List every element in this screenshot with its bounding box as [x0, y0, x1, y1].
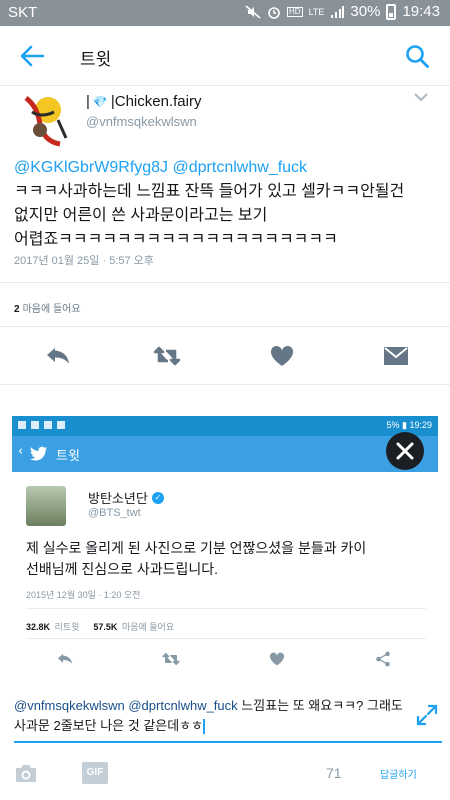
reply-icon[interactable] — [44, 342, 72, 370]
embedded-likes: 57.5K 마음에 들어요 — [93, 620, 174, 633]
app-header: 트윗 — [0, 26, 450, 86]
camera-icon[interactable] — [14, 762, 38, 784]
author-avatar[interactable] — [18, 90, 76, 148]
name-prefix: | — [86, 93, 90, 110]
embedded-status-bar: 5% ▮ 19:29 — [12, 416, 438, 436]
tweet-text-line: ㅋㅋㅋ사과하는데 느낌표 잔뜩 들어가 있고 셀카ㅋㅋ안될건 — [14, 183, 405, 200]
reply-input[interactable]: @vnfmsqkekwlswn @dprtcnlwhw_fuck 느낌표는 또 … — [14, 696, 414, 736]
attached-screenshot[interactable]: 5% ▮ 19:29 ‹ 트윗 방탄소년단 ✓ @BTS_twt 제 실수로 올리… — [12, 416, 438, 684]
battery-icon — [386, 3, 397, 20]
text-cursor — [203, 719, 206, 735]
tweet-mentions: @KGKlGbrW9Rfyg8J @dprtcnlwhw_fuck — [14, 156, 439, 180]
author-name[interactable]: | 💎 |Chicken.fairy — [86, 93, 201, 110]
tweet-timestamp: 2017년 01월 25일 · 5:57 오후 — [14, 255, 154, 267]
back-arrow-icon[interactable] — [18, 42, 46, 70]
status-icons: HD LTE 30% 19:43 — [245, 3, 440, 20]
composer-underline — [14, 741, 442, 743]
embedded-battery: 5% — [386, 420, 400, 430]
tweet-text-line: 어렵죠ㅋㅋㅋㅋㅋㅋㅋㅋㅋㅋㅋㅋㅋㅋㅋㅋㅋㅋㅋ — [14, 231, 338, 248]
embedded-retweets-label: 리트윗 — [54, 622, 80, 632]
mention-link[interactable]: @KGKlGbrW9Rfyg8J — [14, 159, 168, 176]
network-type: LTE — [308, 6, 325, 17]
embedded-tweet-card: 방탄소년단 ✓ @BTS_twt 제 실수로 올리게 된 사진으로 기분 언짢으셨… — [12, 472, 438, 684]
embedded-author-name: 방탄소년단 ✓ — [88, 488, 164, 507]
reply-text-part: 사과문 2줄보단 나은 것 같은데ㅎㅎ — [14, 718, 204, 733]
reply-text-part: 느낌표는 또 왜요ㅋㅋ? 그래도 — [241, 698, 403, 713]
embedded-timestamp: 2015년 12월 30일 · 1:20 오전 — [26, 590, 141, 600]
divider — [26, 638, 426, 639]
embedded-likes-count: 57.5K — [93, 622, 118, 632]
divider — [0, 326, 450, 327]
status-bar: SKT HD LTE 30% 19:43 — [0, 0, 450, 26]
volte-icon: HD — [287, 6, 303, 17]
likes-label: 마음에 들어요 — [22, 304, 81, 315]
gif-button[interactable]: GIF — [82, 762, 108, 784]
close-icon — [396, 442, 414, 460]
embedded-author-handle: @BTS_twt — [88, 507, 141, 519]
embedded-text-line: 제 실수로 올리게 된 사진으로 기분 언짢으셨을 분들과 카이 — [26, 540, 367, 556]
embedded-avatar — [26, 486, 66, 526]
retweet-icon[interactable] — [153, 342, 181, 370]
reply-mention: @vnfmsqkekwlswn — [14, 698, 125, 713]
embedded-likes-label: 마음에 들어요 — [121, 622, 175, 632]
embedded-stats: 32.8K 리트윗 57.5K 마음에 들어요 — [26, 620, 174, 633]
mute-icon — [245, 4, 261, 19]
embedded-retweet-icon — [162, 653, 180, 665]
tweet-text: @KGKlGbrW9Rfyg8J @dprtcnlwhw_fuck ㅋㅋㅋ사과하… — [14, 156, 439, 252]
page-title: 트윗 — [80, 50, 112, 69]
embedded-back-icon: ‹ — [18, 444, 24, 459]
diamond-icon: 💎 — [92, 94, 108, 109]
battery-percent: 30% — [350, 3, 381, 20]
embedded-status-right: 5% ▮ 19:29 — [386, 420, 432, 430]
embedded-reply-icon — [57, 653, 73, 664]
chevron-down-icon[interactable] — [414, 92, 428, 102]
divider — [0, 282, 450, 283]
notification-icons — [18, 421, 65, 429]
likes-count: 2 — [14, 304, 20, 315]
embedded-author-name-text: 방탄소년단 — [88, 491, 148, 506]
embedded-clock: 19:29 — [409, 420, 432, 430]
tweet-actions — [0, 338, 450, 374]
twitter-bird-icon — [30, 446, 48, 461]
remove-image-button[interactable] — [386, 432, 424, 470]
reply-mention: @dprtcnlwhw_fuck — [128, 698, 238, 713]
embedded-retweets-count: 32.8K — [26, 622, 51, 632]
alarm-icon — [268, 6, 280, 19]
embedded-retweets: 32.8K 리트윗 — [26, 620, 79, 633]
embedded-app-bar: ‹ 트윗 — [12, 436, 438, 472]
author-handle[interactable]: @vnfmsqkekwlswn — [86, 114, 197, 129]
embedded-title: 트윗 — [56, 448, 80, 463]
embedded-share-icon — [376, 651, 390, 667]
heart-icon[interactable] — [268, 342, 296, 370]
divider — [26, 608, 426, 609]
clock: 19:43 — [402, 3, 440, 20]
embedded-heart-icon — [269, 652, 285, 666]
divider — [0, 384, 450, 385]
direct-message-icon[interactable] — [382, 342, 410, 370]
mention-link[interactable]: @dprtcnlwhw_fuck — [173, 159, 308, 176]
verified-badge-icon: ✓ — [151, 491, 164, 504]
author-name-text: |Chicken.fairy — [110, 93, 202, 110]
expand-icon[interactable] — [416, 704, 438, 726]
tweet-text-line: 없지만 어른이 쓴 사과문이라고는 보기 — [14, 207, 268, 224]
search-icon[interactable] — [404, 43, 430, 69]
carrier-label: SKT — [8, 4, 38, 21]
reply-button[interactable]: 답글하기 — [380, 766, 417, 781]
likes-summary[interactable]: 2 마음에 들어요 — [14, 300, 81, 315]
embedded-tweet-text: 제 실수로 올리게 된 사진으로 기분 언짢으셨을 분들과 카이 선배님께 진심… — [26, 538, 426, 580]
embedded-text-line: 선배님께 진심으로 사과드립니다. — [26, 561, 218, 577]
character-count: 71 — [326, 765, 342, 781]
signal-icon — [331, 5, 345, 18]
